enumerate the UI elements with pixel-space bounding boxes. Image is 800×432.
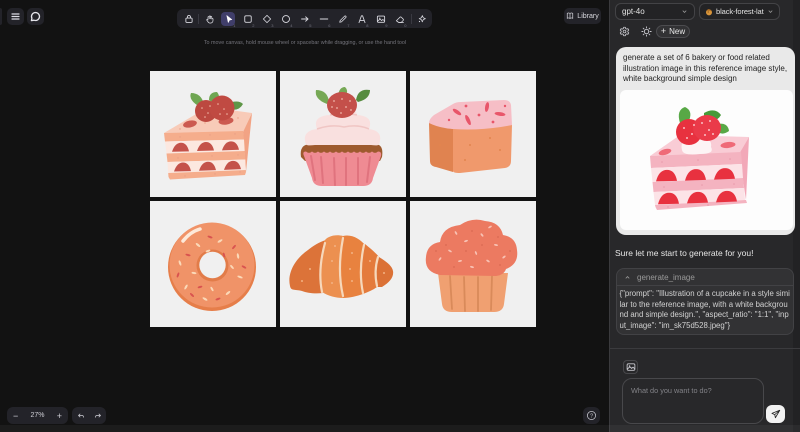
svg-text:?: ? (590, 414, 593, 420)
